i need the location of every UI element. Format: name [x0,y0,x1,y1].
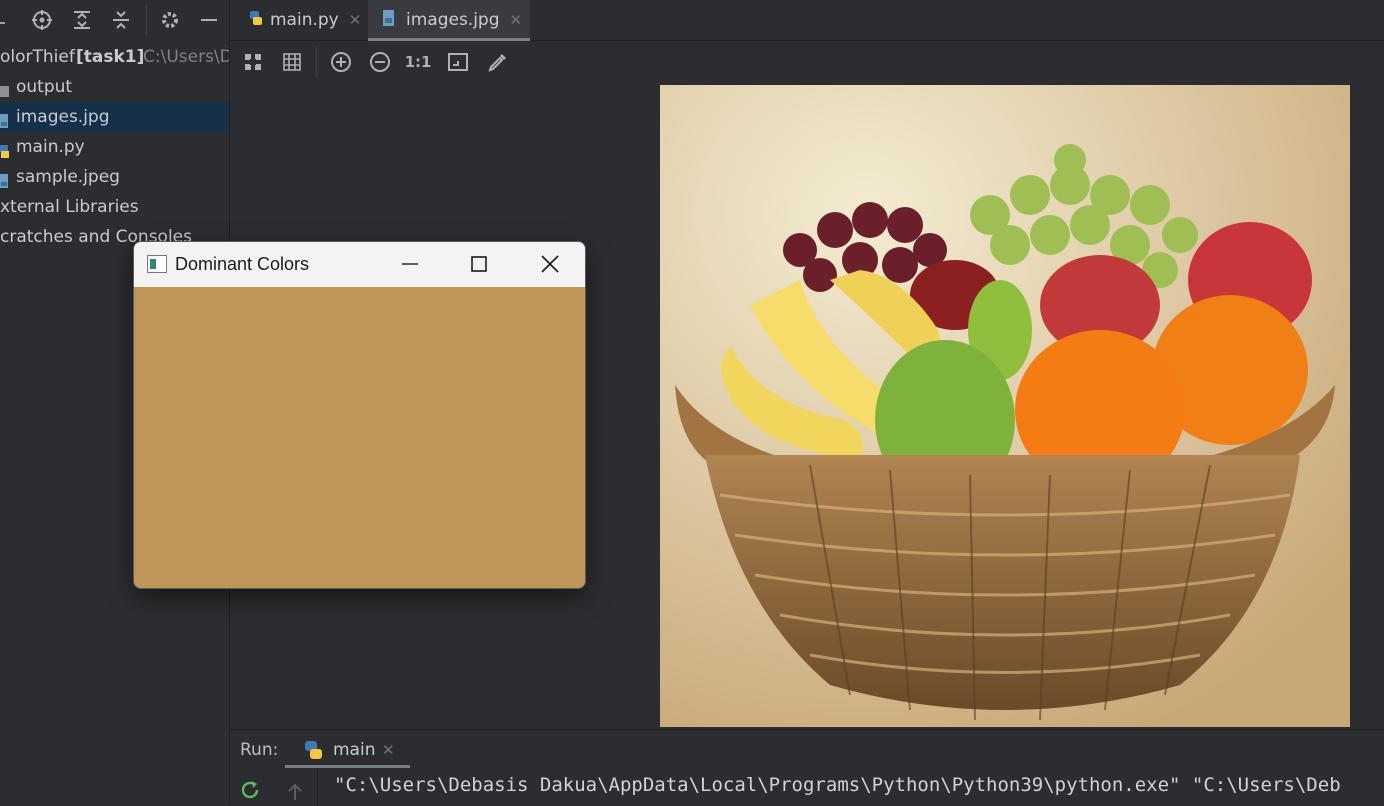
run-panel: Run: main ✕ "C:\Users\Debasis Dakua\AppD… [230,729,1384,806]
python-file-icon [248,9,264,32]
fit-icon[interactable] [240,49,266,75]
maximize-button[interactable] [467,252,491,276]
active-tab-indicator [285,765,410,768]
folder-icon [0,79,10,102]
python-icon [303,739,325,765]
image-canvas [660,85,1350,727]
grid-icon[interactable] [279,49,305,75]
collapse-all-icon[interactable] [109,8,133,32]
run-label: Run: [240,740,279,760]
project-path: C:\Users\D [143,47,229,67]
gear-icon[interactable] [158,8,182,32]
expand-all-icon[interactable] [70,8,94,32]
run-tab-label: main [333,740,376,760]
tree-item-images-jpg[interactable]: images.jpg [0,102,229,132]
console-output: "C:\Users\Debasis Dakua\AppData\Local\Pr… [334,774,1341,796]
arrow-up-icon[interactable] [284,780,306,806]
window-title: Dominant Colors [175,254,310,274]
python-file-icon [0,139,10,162]
editor-tabbar: main.py ✕ images.jpg ✕ [230,0,1384,41]
console-divider [317,768,318,806]
window-titlebar[interactable]: Dominant Colors [134,242,585,287]
tree-item-label: sample.jpeg [16,167,120,187]
tree-item-external-libraries[interactable]: xternal Libraries [0,192,229,222]
tab-images-jpg[interactable]: images.jpg ✕ [368,0,530,41]
project-name: olorThief [0,47,75,67]
tree-item-sample-jpeg[interactable]: sample.jpeg [0,162,229,192]
actual-size-button[interactable]: 1:1 [405,49,432,75]
close-icon[interactable]: ✕ [382,741,395,759]
branch-label: [task1] [76,47,145,67]
color-picker-icon[interactable] [485,49,511,75]
project-root[interactable]: olorThief [task1] C:\Users\D [0,42,229,72]
dropdown-icon[interactable] [0,8,14,32]
sidebar-toolbar [0,0,229,41]
image-file-icon [0,109,10,132]
fit-window-icon[interactable] [445,49,471,75]
close-icon[interactable]: ✕ [510,11,523,29]
image-toolbar: 1:1 [230,41,1384,83]
toolbar-divider [316,47,317,77]
tree-item-label: output [16,77,73,97]
fruit-basket-image [660,85,1350,727]
tree-item-output[interactable]: output [0,72,229,102]
tab-main-py[interactable]: main.py ✕ [238,0,378,40]
tab-label: main.py [270,10,339,30]
tree-item-main-py[interactable]: main.py [0,132,229,162]
tree-item-label: images.jpg [16,107,110,127]
rerun-icon[interactable] [238,778,262,806]
minimize-icon[interactable] [197,8,221,32]
close-button[interactable] [538,252,562,276]
zoom-in-icon[interactable] [328,49,354,75]
minimize-button[interactable] [398,252,422,276]
image-file-icon [0,169,10,192]
locate-icon[interactable] [30,8,54,32]
dominant-color-swatch [134,287,585,588]
image-file-icon [382,9,396,32]
zoom-out-icon[interactable] [367,49,393,75]
dominant-colors-window: Dominant Colors [133,241,586,589]
run-tab-main[interactable]: main ✕ [285,730,410,768]
app-window-icon [147,255,167,278]
tree-item-label: xternal Libraries [0,197,139,217]
tree-item-label: main.py [16,137,85,157]
tab-label: images.jpg [406,10,500,30]
toolbar-divider [146,6,147,34]
close-icon[interactable]: ✕ [349,11,362,29]
